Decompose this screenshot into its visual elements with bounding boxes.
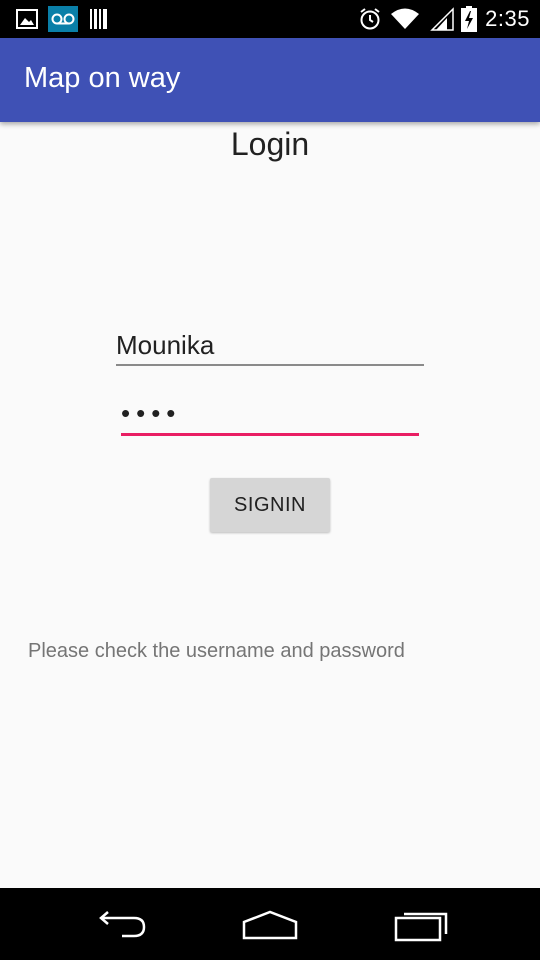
signal-icon (430, 7, 454, 31)
home-icon[interactable] (240, 906, 300, 942)
back-icon[interactable] (90, 906, 150, 942)
password-input[interactable]: •••• (121, 398, 419, 436)
app-title: Map on way (24, 62, 181, 94)
recents-icon[interactable] (392, 906, 452, 942)
error-message: Please check the username and password (28, 640, 405, 662)
status-time: 2:35 (485, 6, 530, 31)
screen: 2:35 Map on way Login Mounika •••• SIGNI… (0, 0, 540, 960)
voicemail-icon (48, 6, 78, 32)
nav-bar (0, 888, 540, 960)
app-bar: Map on way (0, 38, 540, 122)
image-icon (16, 9, 38, 29)
status-bar: 2:35 (0, 0, 540, 38)
login-heading: Login (230, 126, 310, 162)
battery-charging-icon (461, 6, 477, 32)
wifi-icon (391, 8, 419, 29)
username-input[interactable]: Mounika (116, 326, 424, 366)
barcode-icon (90, 9, 107, 29)
alarm-icon (360, 8, 380, 30)
signin-button[interactable]: SIGNIN (210, 478, 330, 532)
